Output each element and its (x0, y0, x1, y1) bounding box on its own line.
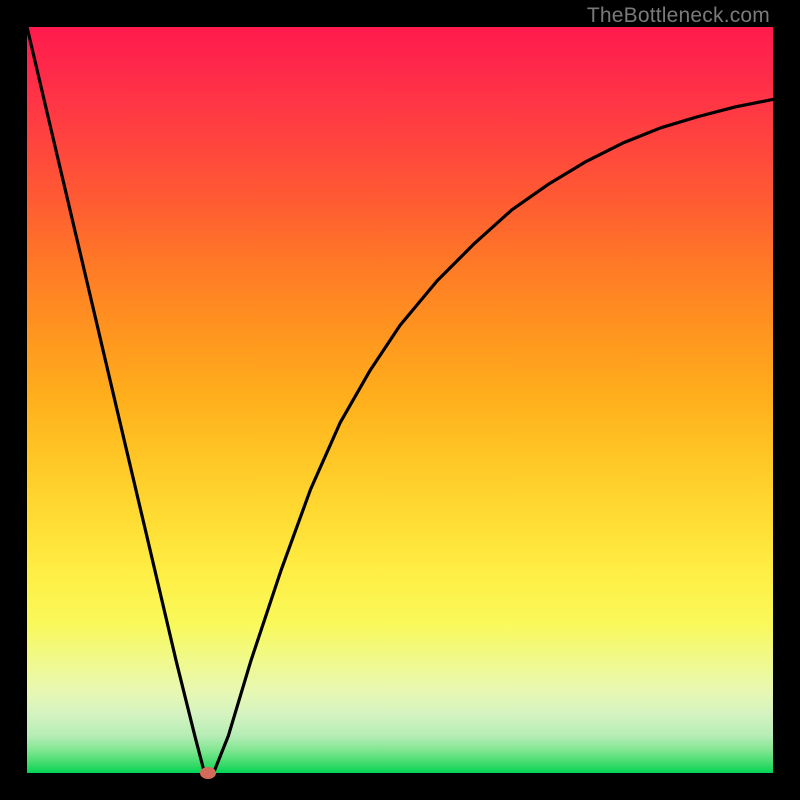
bottleneck-point-marker (200, 767, 216, 779)
chart-frame: TheBottleneck.com (0, 0, 800, 800)
watermark-text: TheBottleneck.com (587, 4, 770, 28)
bottleneck-curve (27, 27, 773, 773)
chart-plot-area (27, 27, 773, 773)
